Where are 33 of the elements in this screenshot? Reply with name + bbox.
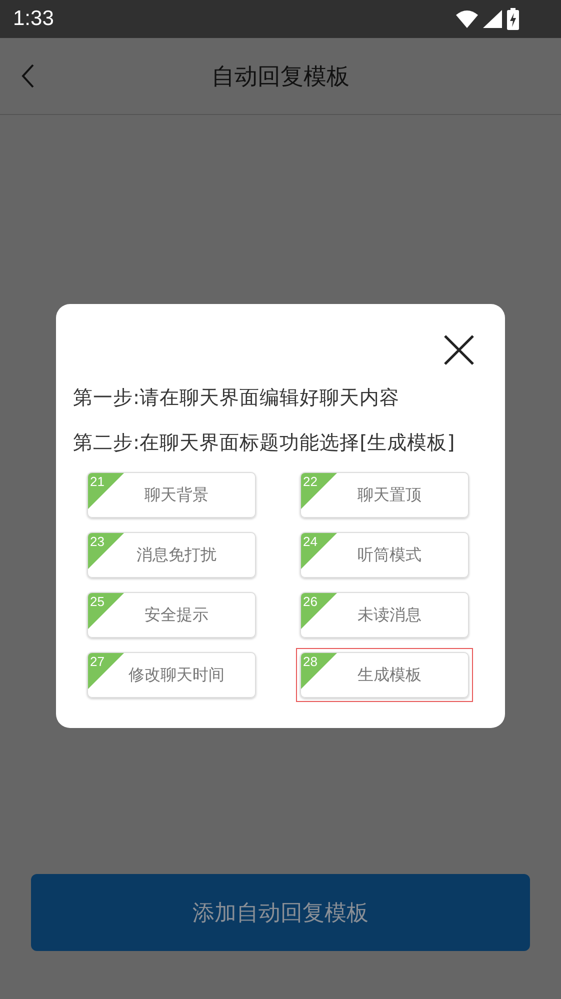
option-label: 聊天置顶 xyxy=(356,484,422,506)
option-tile[interactable]: 27 修改聊天时间 xyxy=(87,652,256,698)
instruction-text: 第二步:在聊天界面标题功能选择[生成模板] xyxy=(72,430,456,456)
option-label: 听筒模式 xyxy=(356,544,422,566)
signal-icon xyxy=(483,10,502,28)
option-label: 未读消息 xyxy=(356,604,422,626)
option-label: 生成模板 xyxy=(356,664,422,686)
status-time: 1:33 xyxy=(13,7,54,31)
number-badge: 28 xyxy=(301,653,337,689)
wifi-icon xyxy=(456,10,478,28)
option-tile[interactable]: 26 未读消息 xyxy=(300,592,469,638)
instruction-text: 第一步:请在聊天界面编辑好聊天内容 xyxy=(72,385,401,411)
option-tile[interactable]: 21 聊天背景 xyxy=(87,472,256,518)
option-tile[interactable]: 22 聊天置顶 xyxy=(300,472,469,518)
number-badge: 25 xyxy=(88,593,124,629)
option-label: 安全提示 xyxy=(144,604,208,626)
close-button[interactable] xyxy=(443,334,475,366)
option-tile[interactable]: 28 生成模板 xyxy=(300,652,469,698)
option-tile[interactable]: 25 安全提示 xyxy=(87,592,256,638)
option-tile[interactable]: 23 消息免打扰 xyxy=(87,532,256,578)
option-label: 修改聊天时间 xyxy=(128,664,224,686)
number-badge: 23 xyxy=(88,533,124,569)
number-badge: 22 xyxy=(301,473,337,509)
number-badge: 24 xyxy=(301,533,337,569)
battery-charging-icon xyxy=(507,8,519,30)
number-badge: 26 xyxy=(301,593,337,629)
option-tile[interactable]: 24 听筒模式 xyxy=(300,532,469,578)
page-title: 自动回复模板 xyxy=(212,62,350,92)
number-badge: 27 xyxy=(88,653,124,689)
option-label: 消息免打扰 xyxy=(136,544,216,566)
option-label: 聊天背景 xyxy=(144,484,208,506)
number-badge: 21 xyxy=(88,473,124,509)
add-template-button[interactable]: 添加自动回复模板 xyxy=(31,874,530,951)
